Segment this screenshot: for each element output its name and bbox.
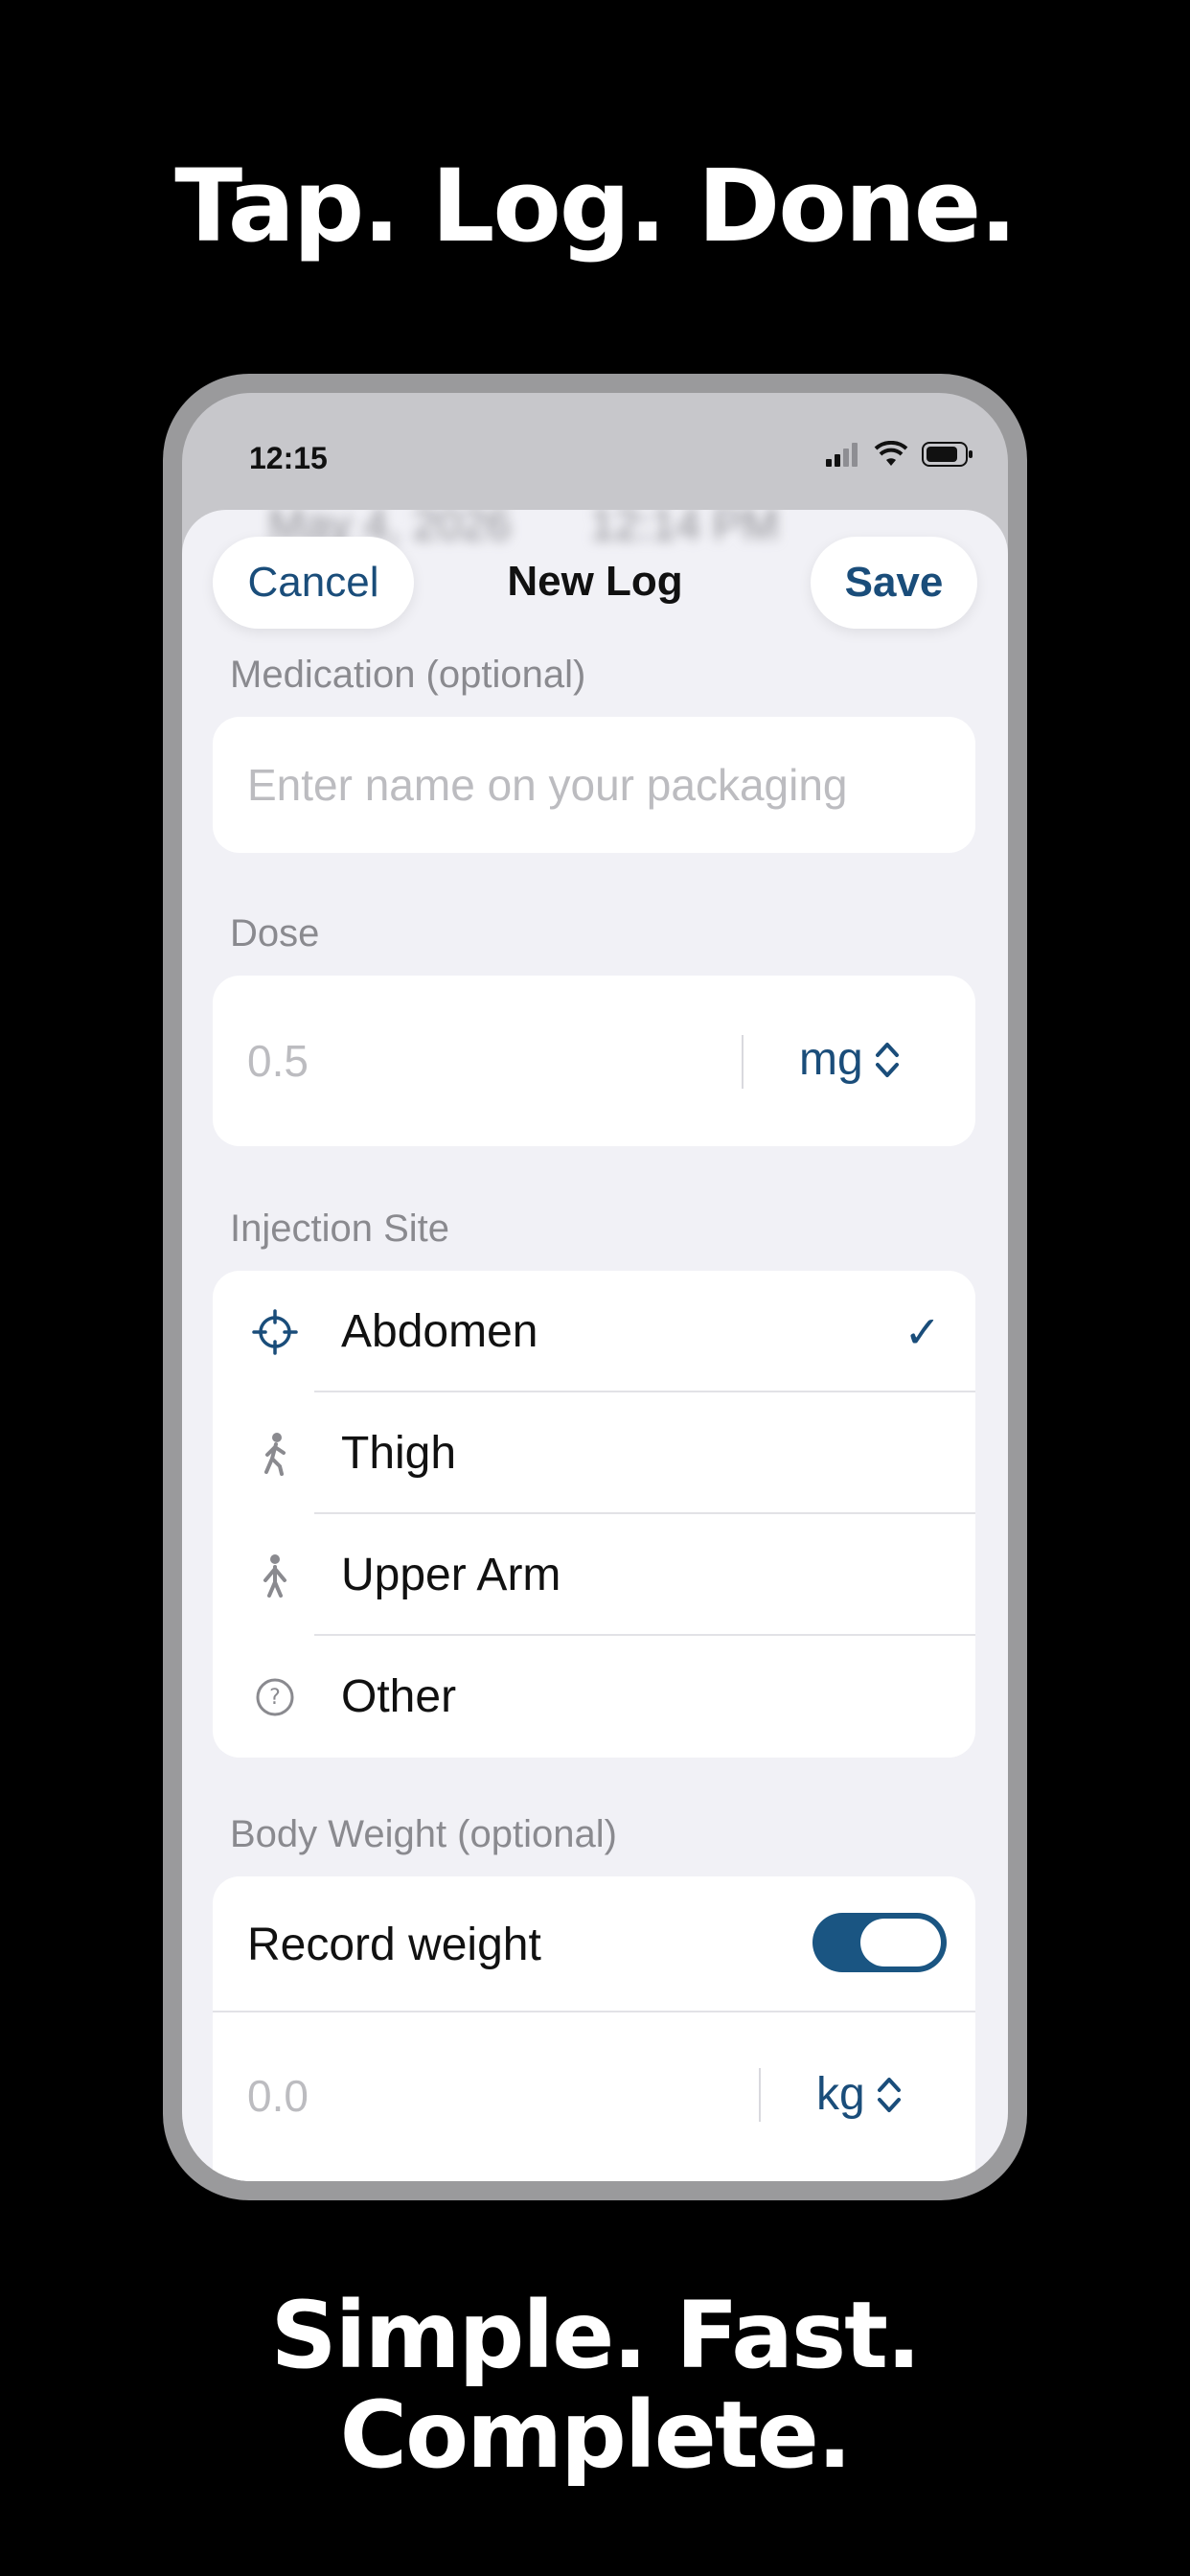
option-label: Upper Arm (341, 1550, 561, 1600)
weight-input[interactable]: 0.0 (247, 2070, 309, 2122)
navbar: Cancel New Log Save (182, 537, 1008, 632)
body-weight-card: Record weight 0.0 kg (213, 1876, 975, 2181)
toggle-knob (860, 1919, 941, 1966)
medication-label: Medication (optional) (230, 654, 586, 696)
injection-site-option-abdomen[interactable]: Abdomen ✓ (213, 1271, 975, 1392)
crosshair-icon (251, 1308, 299, 1356)
weight-unit-label: kg (816, 2069, 865, 2120)
option-label: Abdomen (341, 1306, 538, 1357)
headline-top: Tap. Log. Done. (174, 148, 1018, 264)
status-icons (826, 441, 973, 468)
option-label: Other (341, 1671, 457, 1722)
status-time: 12:15 (249, 441, 328, 475)
new-log-sheet: May 4, 2026 12:14 PM Cancel New Log Save… (182, 510, 1008, 2181)
chevron-up-down-icon (875, 1042, 899, 1077)
record-weight-label: Record weight (247, 1919, 541, 1970)
headline-bottom-line2: Complete. (339, 2381, 853, 2489)
injection-site-option-other[interactable]: ? Other (213, 1636, 975, 1758)
dose-card: 0.5 mg (213, 976, 975, 1146)
injection-site-list: Abdomen ✓ Thigh Upper Arm ? Other (213, 1271, 975, 1758)
weight-divider (759, 2068, 761, 2122)
question-circle-icon: ? (251, 1673, 299, 1721)
medication-input[interactable]: Enter name on your packaging (247, 759, 848, 811)
weight-unit-picker[interactable]: kg (816, 2068, 902, 2121)
headline-bottom-line1: Simple. Fast. (270, 2282, 922, 2389)
headline-bottom: Simple. Fast. Complete. (0, 2286, 1190, 2485)
injection-site-label: Injection Site (230, 1208, 450, 1250)
chevron-up-down-icon (877, 2077, 901, 2112)
injection-site-option-upper-arm[interactable]: Upper Arm (213, 1514, 975, 1636)
record-weight-toggle[interactable] (812, 1913, 947, 1972)
walking-person-icon (251, 1430, 299, 1478)
wifi-icon (874, 441, 908, 466)
dose-unit-label: mg (799, 1034, 863, 1085)
phone-screen: 12:15 May 4, 2026 12:14 PM Cancel New Lo… (182, 393, 1008, 2181)
injection-site-option-thigh[interactable]: Thigh (213, 1392, 975, 1514)
checkmark-icon: ✓ (904, 1306, 941, 1357)
record-weight-row: Record weight (213, 1876, 975, 2012)
save-button[interactable]: Save (811, 537, 977, 629)
standing-person-icon (251, 1552, 299, 1599)
body-weight-label: Body Weight (optional) (230, 1813, 617, 1855)
battery-icon (922, 442, 973, 467)
medication-field[interactable]: Enter name on your packaging (213, 717, 975, 853)
cellular-signal-icon (826, 443, 858, 467)
phone-frame: 12:15 May 4, 2026 12:14 PM Cancel New Lo… (163, 374, 1027, 2200)
dose-input[interactable]: 0.5 (247, 1035, 309, 1087)
svg-text:?: ? (269, 1686, 281, 1710)
dose-divider (742, 1035, 744, 1089)
option-label: Thigh (341, 1428, 457, 1479)
dose-label: Dose (230, 912, 320, 954)
dose-unit-picker[interactable]: mg (799, 1033, 900, 1086)
divider (213, 2011, 975, 2012)
